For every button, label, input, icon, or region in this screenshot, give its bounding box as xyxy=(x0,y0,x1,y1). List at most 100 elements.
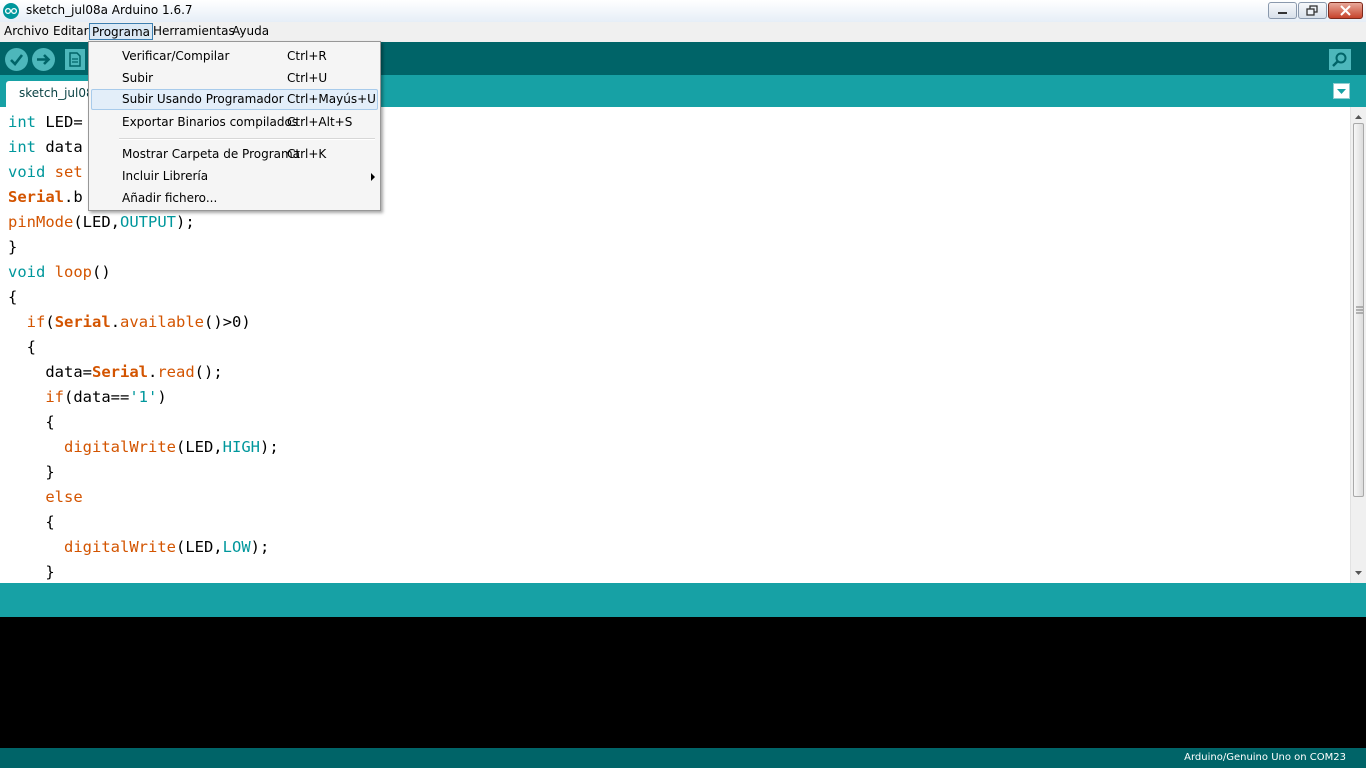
scroll-down-icon[interactable] xyxy=(1351,566,1366,580)
code-token: { xyxy=(8,288,18,306)
code-token: { xyxy=(45,413,55,431)
menuitem-label: Verificar/Compilar xyxy=(122,49,230,63)
code-token: int xyxy=(8,113,36,131)
code-token: digitalWrite xyxy=(64,538,176,556)
code-token: available xyxy=(120,313,205,331)
code-line: int data xyxy=(8,137,83,157)
code-token: if xyxy=(26,313,46,331)
code-token: Serial xyxy=(8,188,64,206)
code-token: data xyxy=(36,138,83,156)
magnifier-icon xyxy=(1332,52,1347,67)
code-token: ); xyxy=(250,538,270,556)
code-token: HIGH xyxy=(222,438,260,456)
menu-editar[interactable]: Editar xyxy=(51,23,91,40)
code-token: else xyxy=(45,488,83,506)
menu-archivo[interactable]: Archivo xyxy=(2,23,51,40)
code-token: set xyxy=(45,163,83,181)
code-token: Serial xyxy=(54,313,111,331)
scrollbar-thumb[interactable] xyxy=(1353,123,1364,497)
code-token: } xyxy=(45,563,55,581)
menu-bar: Archivo Editar Programa Herramientas Ayu… xyxy=(0,22,1366,42)
code-token: () xyxy=(92,263,111,281)
tab-menu-button[interactable] xyxy=(1333,83,1350,99)
arrow-right-icon xyxy=(37,54,51,65)
code-line: { xyxy=(8,287,17,307)
code-token: (data== xyxy=(64,388,130,406)
minimize-button[interactable] xyxy=(1268,2,1297,19)
restore-icon xyxy=(1306,5,1318,16)
new-sketch-button[interactable] xyxy=(65,49,85,70)
code-token: '1' xyxy=(129,388,158,406)
menu-herramientas[interactable]: Herramientas xyxy=(151,23,237,40)
menuitem-incluir-libreria[interactable]: Incluir Librería xyxy=(91,166,378,187)
menuitem-label: Incluir Librería xyxy=(122,169,209,183)
code-token: (); xyxy=(194,363,223,381)
code-token: } xyxy=(45,463,55,481)
code-token: { xyxy=(26,338,37,356)
triangle-down-icon xyxy=(1337,89,1346,94)
check-icon xyxy=(10,54,24,66)
message-area xyxy=(0,583,1366,617)
programa-dropdown-menu: Verificar/Compilar Ctrl+R Subir Ctrl+U S… xyxy=(88,41,381,211)
code-token: pinMode xyxy=(8,213,74,231)
serial-monitor-button[interactable] xyxy=(1329,49,1351,70)
tab-label: sketch_jul08 xyxy=(19,86,94,100)
menuitem-subir[interactable]: Subir Ctrl+U xyxy=(91,68,378,89)
arduino-logo-icon xyxy=(3,3,19,19)
code-line: if(Serial.available()>0) xyxy=(8,312,251,332)
code-line: pinMode(LED,OUTPUT); xyxy=(8,212,195,232)
menu-ayuda[interactable]: Ayuda xyxy=(230,23,271,40)
restore-button[interactable] xyxy=(1298,2,1327,19)
verify-button[interactable] xyxy=(5,48,28,71)
code-line: void set xyxy=(8,162,83,182)
menuitem-anadir-fichero[interactable]: Añadir fichero... xyxy=(91,188,378,209)
console-output[interactable] xyxy=(0,617,1366,748)
code-token: (LED, xyxy=(175,538,223,556)
code-token: data= xyxy=(45,363,92,381)
code-token: read xyxy=(157,363,195,381)
code-line: data=Serial.read(); xyxy=(8,362,223,382)
menuitem-mostrar-carpeta[interactable]: Mostrar Carpeta de Programa Ctrl+K xyxy=(91,144,378,165)
code-token: Serial xyxy=(92,363,148,381)
menuitem-shortcut: Ctrl+R xyxy=(287,49,327,63)
menuitem-subir-usando-programador[interactable]: Subir Usando Programador Ctrl+Mayús+U xyxy=(91,89,378,110)
close-icon xyxy=(1340,5,1351,16)
code-token: LED= xyxy=(36,113,83,131)
menuitem-label: Añadir fichero... xyxy=(122,191,218,205)
menuitem-shortcut: Ctrl+Mayús+U xyxy=(287,92,376,106)
code-line: if(data=='1') xyxy=(8,387,166,407)
editor-scrollbar[interactable] xyxy=(1350,107,1366,583)
code-token: .b xyxy=(64,188,83,206)
new-file-icon xyxy=(69,52,81,67)
scroll-up-icon[interactable] xyxy=(1351,110,1366,124)
code-line: else xyxy=(8,487,83,507)
code-token: ); xyxy=(259,438,279,456)
code-token: . xyxy=(110,313,121,331)
close-button[interactable] xyxy=(1328,2,1363,19)
menu-programa[interactable]: Programa xyxy=(89,23,153,40)
code-token: (LED, xyxy=(73,213,120,231)
code-line: } xyxy=(8,237,17,257)
menuitem-shortcut: Ctrl+U xyxy=(287,71,328,85)
code-token: ()>0) xyxy=(204,313,251,331)
code-token: } xyxy=(8,238,18,256)
code-line: } xyxy=(8,562,55,582)
code-token: void xyxy=(8,263,46,281)
menuitem-label: Exportar Binarios compilados xyxy=(122,115,299,129)
menuitem-exportar-binarios[interactable]: Exportar Binarios compilados Ctrl+Alt+S xyxy=(91,112,378,133)
code-line: { xyxy=(8,512,54,532)
code-line: int LED= xyxy=(8,112,83,132)
upload-button[interactable] xyxy=(32,48,55,71)
title-bar: sketch_jul08a Arduino 1.6.7 xyxy=(0,0,1366,22)
menu-separator xyxy=(119,138,375,140)
menuitem-verificar-compilar[interactable]: Verificar/Compilar Ctrl+R xyxy=(91,46,378,67)
code-line: void loop() xyxy=(8,262,111,282)
submenu-arrow-icon xyxy=(371,173,375,181)
code-line: { xyxy=(8,412,55,432)
code-line: digitalWrite(LED,LOW); xyxy=(8,537,269,557)
